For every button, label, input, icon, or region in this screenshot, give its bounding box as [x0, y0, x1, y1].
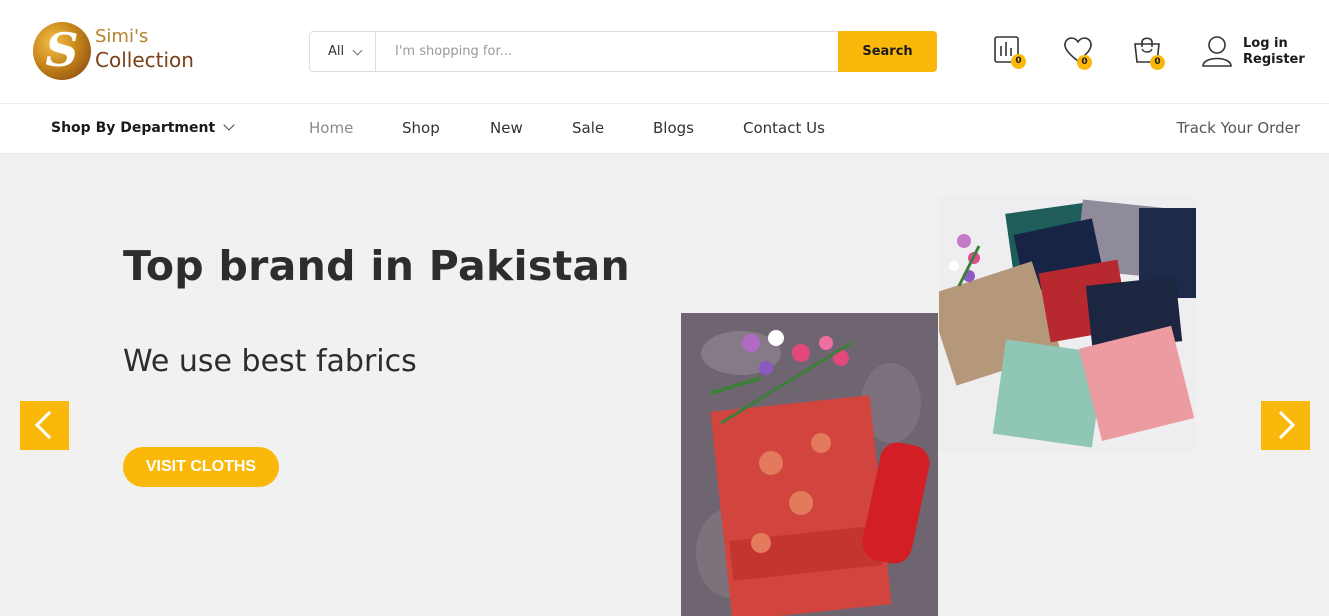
search-button[interactable]: Search [838, 31, 937, 72]
nav-new[interactable]: New [490, 104, 523, 153]
compare-button[interactable]: 0 [991, 34, 1027, 70]
site-logo[interactable]: S Simi's Collection [33, 22, 203, 80]
logo-letter: S [45, 23, 79, 77]
chevron-down-icon [223, 119, 235, 131]
track-order-link[interactable]: Track Your Order [1177, 104, 1300, 153]
compare-count-badge: 0 [1011, 54, 1026, 69]
search-bar: All Search [309, 31, 937, 72]
search-input[interactable] [377, 32, 839, 71]
site-header: S Simi's Collection All Search 0 0 [0, 0, 1329, 103]
nav-blogs[interactable]: Blogs [653, 104, 694, 153]
cart-button[interactable]: 0 [1130, 34, 1166, 70]
login-link[interactable]: Log in [1243, 36, 1288, 52]
shop-by-department-menu[interactable]: Shop By Department [51, 104, 235, 153]
chevron-right-icon [1266, 410, 1296, 440]
cart-count-badge: 0 [1150, 55, 1165, 70]
logo-name-line2: Collection [95, 48, 194, 72]
user-icon [1202, 36, 1232, 67]
department-label: Shop By Department [51, 120, 216, 136]
wishlist-button[interactable]: 0 [1061, 34, 1097, 70]
main-nav: Shop By Department Home Shop New Sale Bl… [0, 103, 1329, 154]
nav-sale[interactable]: Sale [572, 104, 604, 153]
logo-name-line1: Simi's [95, 26, 149, 47]
hero-subtitle: We use best fabrics [123, 344, 417, 379]
register-link[interactable]: Register [1243, 52, 1305, 68]
nav-home[interactable]: Home [309, 104, 353, 153]
red-suit-product-image [681, 313, 938, 616]
visit-cloths-button[interactable]: VISIT CLOTHS [123, 447, 279, 487]
chevron-left-icon [34, 410, 64, 440]
slider-prev-button[interactable] [20, 401, 69, 450]
slider-next-button[interactable] [1261, 401, 1310, 450]
wishlist-count-badge: 0 [1077, 55, 1092, 70]
nav-contact-us[interactable]: Contact Us [743, 104, 825, 153]
nav-shop[interactable]: Shop [402, 104, 440, 153]
chevron-down-icon [352, 45, 363, 56]
hero-slider: Top brand in Pakistan We use best fabric… [0, 154, 1329, 616]
account-link[interactable]: Log in Register [1200, 34, 1310, 70]
fabrics-product-image [939, 196, 1196, 452]
hero-title: Top brand in Pakistan [123, 242, 630, 290]
search-category-label: All [328, 44, 345, 59]
search-category-select[interactable]: All [310, 32, 376, 71]
